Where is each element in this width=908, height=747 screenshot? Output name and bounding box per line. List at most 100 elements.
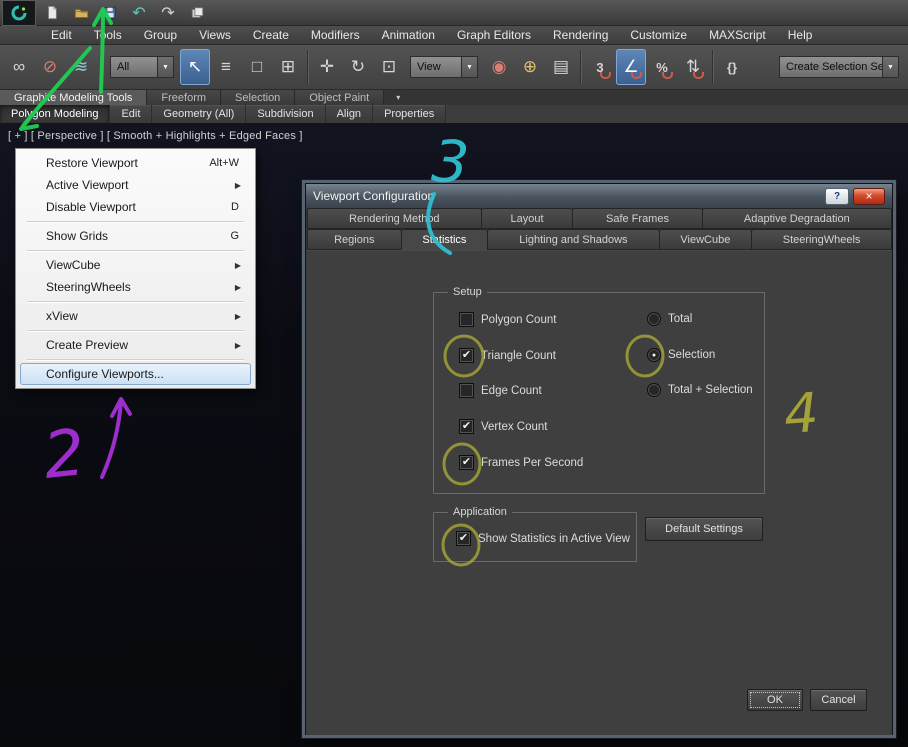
triangle-count-checkbox[interactable]: ✔ Triangle Count [459, 348, 556, 363]
spinner-snap-icon[interactable]: ⇅ [678, 49, 708, 85]
viewport-label[interactable]: [ + ] [ Perspective ] [ Smooth + Highlig… [8, 130, 303, 142]
tab-regions[interactable]: Regions [307, 229, 402, 250]
3ds-max-logo-icon [11, 5, 27, 20]
named-sets-icon[interactable]: {} [717, 49, 747, 85]
keyboard-override-icon[interactable]: ▤ [546, 49, 576, 85]
show-statistics-checkbox[interactable]: ✔ Show Statistics in Active View [456, 531, 630, 546]
selection-filter-dropdown[interactable]: All ▼ [110, 56, 174, 78]
menu-item-xview[interactable]: xView ▶ [20, 305, 251, 327]
app-logo-icon[interactable] [2, 0, 36, 26]
viewport-configuration-dialog: Viewport Configuration ? × Rendering Met… [305, 183, 893, 735]
vertex-count-checkbox[interactable]: ✔ Vertex Count [459, 419, 547, 434]
menu-animation[interactable]: Animation [371, 26, 446, 44]
snap-3d-icon[interactable]: 3 [585, 49, 615, 85]
statistics-tab-panel: Setup Polygon Count ✔ Triangle Count Edg… [306, 250, 892, 735]
panel-subdivision[interactable]: Subdivision [246, 105, 326, 123]
menu-customize[interactable]: Customize [619, 26, 698, 44]
open-file-icon[interactable] [68, 2, 94, 24]
select-rotate-icon[interactable]: ↻ [343, 49, 373, 85]
tab-viewcube[interactable]: ViewCube [658, 229, 753, 250]
checkbox-icon [459, 312, 474, 327]
new-file-icon[interactable] [39, 2, 65, 24]
panel-align[interactable]: Align [325, 105, 374, 123]
menu-item-restore-viewport[interactable]: Restore Viewport Alt+W [20, 152, 251, 174]
ok-button[interactable]: OK [747, 689, 803, 711]
tab-rendering-method[interactable]: Rendering Method [307, 208, 482, 229]
chevron-down-icon: ▼ [157, 57, 173, 77]
menu-rendering[interactable]: Rendering [542, 26, 619, 44]
save-file-icon[interactable] [97, 2, 123, 24]
menu-create[interactable]: Create [242, 26, 300, 44]
default-settings-button[interactable]: Default Settings [645, 517, 763, 541]
bind-to-spacewarp-icon[interactable]: ≋ [66, 49, 96, 85]
menu-separator [27, 330, 244, 331]
menu-item-configure-viewports[interactable]: Configure Viewports... [20, 363, 251, 385]
menu-maxscript[interactable]: MAXScript [698, 26, 777, 44]
menu-item-viewcube[interactable]: ViewCube ▶ [20, 254, 251, 276]
menu-item-create-preview[interactable]: Create Preview ▶ [20, 334, 251, 356]
total-radio[interactable]: Total [647, 312, 692, 326]
menu-item-active-viewport[interactable]: Active Viewport ▶ [20, 174, 251, 196]
named-selection-set-combo[interactable]: Create Selection Se ▼ [779, 56, 899, 78]
total-plus-selection-radio[interactable]: Total + Selection [647, 383, 753, 397]
tab-freeform[interactable]: Freeform [147, 90, 222, 105]
menu-item-show-grids[interactable]: Show Grids G [20, 225, 251, 247]
3ds-max-window: ↶ ↷ Edit Tools Group Views Create Modifi… [0, 0, 908, 747]
polygon-count-checkbox[interactable]: Polygon Count [459, 312, 556, 327]
checkbox-icon: ✔ [459, 419, 474, 434]
tab-steeringwheels[interactable]: SteeringWheels [751, 229, 893, 250]
percent-snap-icon[interactable]: % [647, 49, 677, 85]
select-object-icon[interactable]: ↖ [180, 49, 210, 85]
checkbox-icon: ✔ [456, 531, 471, 546]
menu-graph-editors[interactable]: Graph Editors [446, 26, 542, 44]
tab-selection[interactable]: Selection [221, 90, 296, 105]
menu-edit[interactable]: Edit [40, 26, 83, 44]
title-bar[interactable]: ↶ ↷ [0, 0, 908, 26]
undo-icon[interactable]: ↶ [126, 2, 152, 24]
reference-coordinate-dropdown[interactable]: View ▼ [410, 56, 478, 78]
frames-per-second-checkbox[interactable]: ✔ Frames Per Second [459, 455, 583, 470]
tab-graphite-modeling-tools[interactable]: Graphite Modeling Tools [0, 90, 148, 105]
menu-item-steeringwheels[interactable]: SteeringWheels ▶ [20, 276, 251, 298]
menu-group[interactable]: Group [133, 26, 188, 44]
tab-statistics[interactable]: Statistics [400, 229, 489, 250]
tab-layout[interactable]: Layout [480, 208, 574, 229]
tab-lighting-and-shadows[interactable]: Lighting and Shadows [487, 229, 660, 250]
menu-help[interactable]: Help [777, 26, 824, 44]
ribbon-minimize-icon[interactable]: ▾ [384, 90, 412, 105]
select-by-name-icon[interactable]: ≡ [211, 49, 241, 85]
panel-geometry-all[interactable]: Geometry (All) [152, 105, 247, 123]
menu-tools[interactable]: Tools [83, 26, 133, 44]
window-crossing-icon[interactable]: ⊞ [273, 49, 303, 85]
selection-region-icon[interactable]: □ [242, 49, 272, 85]
dialog-tab-row-2: Regions Statistics Lighting and Shadows … [306, 229, 893, 250]
workspace-icon[interactable] [184, 2, 210, 24]
radio-icon [647, 383, 661, 397]
angle-snap-icon[interactable]: ∠ [616, 49, 646, 85]
redo-icon[interactable]: ↷ [155, 2, 181, 24]
select-manipulate-icon[interactable]: ⊕ [515, 49, 545, 85]
dialog-title-bar[interactable]: Viewport Configuration ? × [306, 184, 892, 208]
panel-properties[interactable]: Properties [373, 105, 447, 123]
close-icon[interactable]: × [853, 187, 885, 205]
use-center-icon[interactable]: ◉ [484, 49, 514, 85]
tab-object-paint[interactable]: Object Paint [295, 90, 385, 105]
ribbon-tab-bar: Graphite Modeling Tools Freeform Selecti… [0, 90, 908, 105]
dialog-tab-row-1: Rendering Method Layout Safe Frames Adap… [306, 208, 893, 229]
menu-item-disable-viewport[interactable]: Disable Viewport D [20, 196, 251, 218]
selection-radio[interactable]: ● Selection [647, 348, 715, 362]
cancel-button[interactable]: Cancel [810, 689, 867, 711]
help-button[interactable]: ? [825, 187, 849, 205]
select-and-link-icon[interactable]: ∞ [4, 49, 34, 85]
application-group: Application ✔ Show Statistics in Active … [433, 506, 637, 562]
panel-edit[interactable]: Edit [110, 105, 153, 123]
select-scale-icon[interactable]: ⊡ [374, 49, 404, 85]
tab-adaptive-degradation[interactable]: Adaptive Degradation [701, 208, 893, 229]
panel-polygon-modeling[interactable]: Polygon Modeling [0, 105, 111, 123]
menu-modifiers[interactable]: Modifiers [300, 26, 371, 44]
edge-count-checkbox[interactable]: Edge Count [459, 383, 542, 398]
unlink-selection-icon[interactable]: ⊘ [35, 49, 65, 85]
menu-views[interactable]: Views [188, 26, 242, 44]
select-move-icon[interactable]: ✛ [312, 49, 342, 85]
tab-safe-frames[interactable]: Safe Frames [572, 208, 703, 229]
